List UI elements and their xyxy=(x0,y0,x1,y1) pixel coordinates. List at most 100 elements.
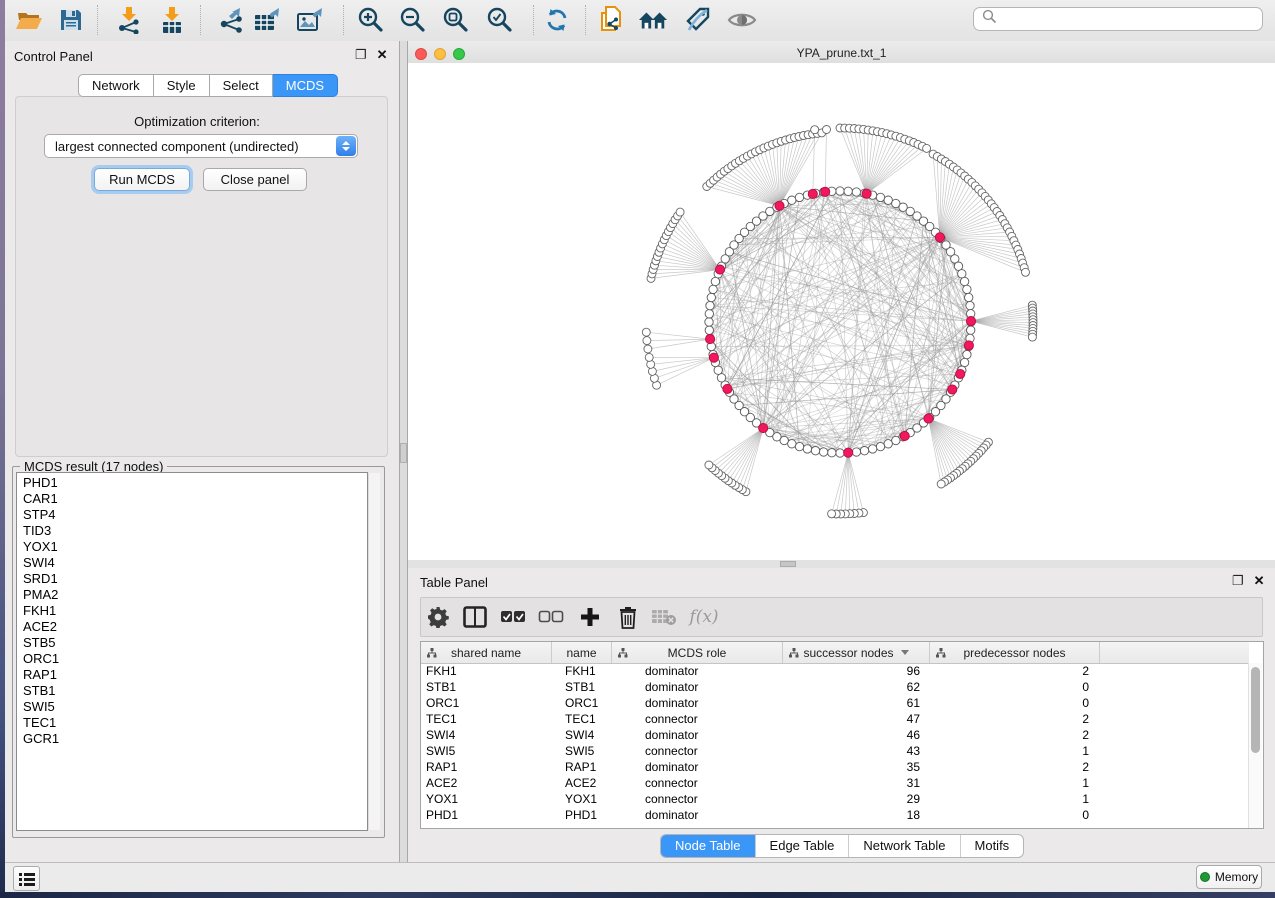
show-graphics-eye-icon[interactable] xyxy=(727,6,757,34)
mcds-result-item[interactable]: PHD1 xyxy=(17,475,367,491)
table-row[interactable]: TEC1TEC1connector472 xyxy=(421,711,1249,727)
graph-leaf-node xyxy=(811,126,819,134)
table-cell: dominator xyxy=(612,727,783,743)
mcds-result-item[interactable]: TID3 xyxy=(17,523,367,539)
table-cell: 0 xyxy=(930,679,1100,695)
control-panel-float-icon[interactable]: ❐ xyxy=(355,48,367,61)
graph-ring-node xyxy=(892,436,900,444)
mcds-result-list[interactable]: PHD1CAR1STP4TID3YOX1SWI4SRD1PMA2FKH1ACE2… xyxy=(16,472,368,831)
mcds-result-item[interactable]: SWI5 xyxy=(17,699,367,715)
mcds-result-item[interactable]: ORC1 xyxy=(17,651,367,667)
tab-motifs[interactable]: Motifs xyxy=(960,835,1024,857)
graph-mcds-node xyxy=(759,424,768,433)
table-row[interactable]: PHD1PHD1dominator180 xyxy=(421,807,1249,823)
import-table-icon[interactable] xyxy=(157,6,187,34)
export-table-icon[interactable] xyxy=(253,6,283,34)
table-cell: ORC1 xyxy=(421,695,552,711)
graph-mcds-node xyxy=(808,189,817,198)
mcds-result-item[interactable]: FKH1 xyxy=(17,603,367,619)
mcds-result-item[interactable]: STP4 xyxy=(17,507,367,523)
show-columns-icon[interactable] xyxy=(461,604,489,630)
mcds-result-item[interactable]: YOX1 xyxy=(17,539,367,555)
mcds-result-item[interactable]: RAP1 xyxy=(17,667,367,683)
zoom-out-icon[interactable] xyxy=(398,6,428,34)
graph-leaf-node xyxy=(1028,333,1036,341)
search-input[interactable] xyxy=(973,7,1263,31)
table-row[interactable]: STB1STB1dominator620 xyxy=(421,679,1249,695)
table-row[interactable]: ACE2ACE2connector311 xyxy=(421,775,1249,791)
horizontal-splitter[interactable] xyxy=(408,560,1275,568)
table-scrollbar-thumb[interactable] xyxy=(1251,667,1260,753)
zoom-fit-icon[interactable] xyxy=(441,6,471,34)
refresh-icon[interactable] xyxy=(542,6,572,34)
memory-button[interactable]: Memory xyxy=(1196,865,1262,889)
tab-network[interactable]: Network xyxy=(78,74,154,97)
table-row[interactable]: YOX1YOX1connector291 xyxy=(421,791,1249,807)
column-header-name[interactable]: name xyxy=(552,642,612,663)
fx-label: f(x) xyxy=(689,607,718,627)
open-file-icon[interactable] xyxy=(14,6,44,34)
graph-mcds-node xyxy=(935,233,944,242)
horizontal-splitter-handle[interactable] xyxy=(780,561,796,567)
mcds-result-item[interactable]: GCR1 xyxy=(17,731,367,747)
add-row-icon[interactable] xyxy=(576,604,604,630)
network-graph[interactable] xyxy=(408,63,1275,560)
mcds-list-scrollbar[interactable] xyxy=(368,473,380,830)
tab-style[interactable]: Style xyxy=(154,74,210,97)
table-scrollbar[interactable] xyxy=(1248,663,1262,828)
tab-node-table[interactable]: Node Table xyxy=(661,835,755,857)
table-cell: 61 xyxy=(783,695,930,711)
zoom-selected-icon[interactable] xyxy=(485,6,515,34)
hide-labels-icon[interactable] xyxy=(683,6,713,34)
table-panel-close-icon[interactable]: ✕ xyxy=(1254,574,1265,587)
delete-table-icon[interactable] xyxy=(650,604,678,630)
vertical-splitter-handle[interactable] xyxy=(400,443,407,463)
column-header-successor-nodes[interactable]: successor nodes xyxy=(783,642,930,663)
tab-edge-table[interactable]: Edge Table xyxy=(755,835,849,857)
mcds-result-item[interactable]: PMA2 xyxy=(17,587,367,603)
tab-network-table[interactable]: Network Table xyxy=(848,835,959,857)
mcds-result-item[interactable]: SRD1 xyxy=(17,571,367,587)
copy-network-icon[interactable] xyxy=(596,6,626,34)
table-cell: 1 xyxy=(930,775,1100,791)
export-image-icon[interactable] xyxy=(296,6,326,34)
mcds-result-item[interactable]: CAR1 xyxy=(17,491,367,507)
mcds-result-item[interactable]: ACE2 xyxy=(17,619,367,635)
close-panel-button[interactable]: Close panel xyxy=(203,168,307,191)
tab-select[interactable]: Select xyxy=(210,74,273,97)
run-mcds-button[interactable]: Run MCDS xyxy=(94,168,190,191)
mcds-result-item[interactable]: STB1 xyxy=(17,683,367,699)
column-header-predecessor-nodes[interactable]: predecessor nodes xyxy=(930,642,1100,663)
table-row[interactable]: SWI5SWI5connector431 xyxy=(421,743,1249,759)
optimization-criterion-label: Optimization criterion: xyxy=(0,114,394,129)
table-cell: RAP1 xyxy=(552,759,612,775)
mcds-result-item[interactable]: STB5 xyxy=(17,635,367,651)
mcds-result-item[interactable]: TEC1 xyxy=(17,715,367,731)
first-neighbors-icon[interactable] xyxy=(638,6,668,34)
graph-mcds-node xyxy=(924,414,933,423)
table-panel-float-icon[interactable]: ❐ xyxy=(1232,574,1244,587)
control-panel-close-icon[interactable]: ✕ xyxy=(377,48,388,61)
deselect-all-icon[interactable] xyxy=(537,604,565,630)
table-row[interactable]: SWI4SWI4dominator462 xyxy=(421,727,1249,743)
table-row[interactable]: RAP1RAP1dominator352 xyxy=(421,759,1249,775)
mcds-result-item[interactable]: SWI4 xyxy=(17,555,367,571)
table-row[interactable]: FKH1FKH1dominator962 xyxy=(421,663,1249,679)
table-cell: 2 xyxy=(930,663,1100,679)
delete-row-trash-icon[interactable] xyxy=(614,604,642,630)
status-list-button[interactable] xyxy=(13,866,40,891)
column-header-shared-name[interactable]: shared name xyxy=(421,642,552,663)
zoom-in-icon[interactable] xyxy=(356,6,386,34)
column-header-mcds-role[interactable]: MCDS role xyxy=(612,642,783,663)
table-row[interactable]: ORC1ORC1dominator610 xyxy=(421,695,1249,711)
export-network-icon[interactable] xyxy=(217,6,247,34)
table-cell: 0 xyxy=(930,695,1100,711)
tab-mcds[interactable]: MCDS xyxy=(273,74,338,97)
import-network-icon[interactable] xyxy=(114,6,144,34)
select-all-icon[interactable] xyxy=(499,604,527,630)
toolbar-separator xyxy=(343,5,344,35)
save-icon[interactable] xyxy=(56,6,86,34)
function-builder-icon[interactable]: f(x) xyxy=(684,604,724,630)
table-settings-gear-icon[interactable] xyxy=(424,604,452,630)
criterion-select[interactable]: largest connected component (undirected) xyxy=(44,134,358,158)
